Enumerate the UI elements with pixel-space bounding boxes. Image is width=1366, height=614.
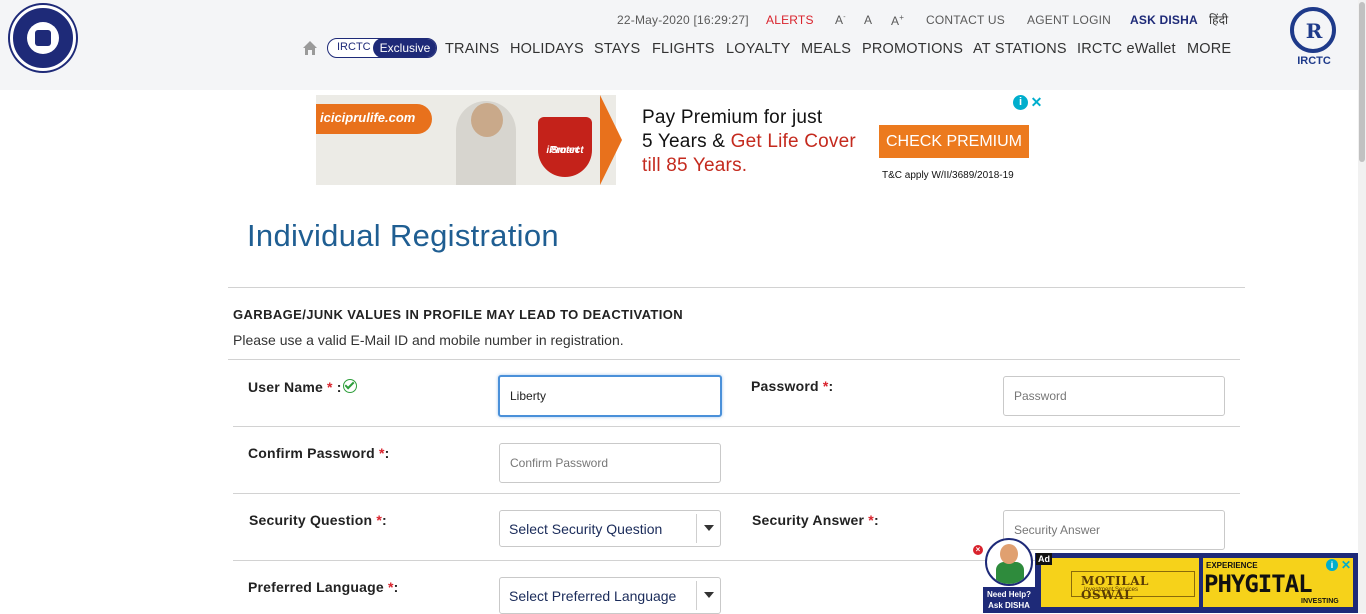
username-input[interactable]	[498, 375, 722, 417]
ask-disha-link[interactable]: ASK DISHA	[1130, 13, 1198, 27]
indian-railways-logo[interactable]	[10, 5, 76, 71]
security-answer-label: Security Answer *:	[752, 512, 879, 528]
ad-headline-line2: 5 Years & Get Life Cover	[642, 131, 856, 152]
disha-close-icon[interactable]: ×	[973, 545, 983, 555]
password-label: Password *:	[751, 378, 834, 394]
password-input[interactable]	[1003, 376, 1225, 416]
ad-terms-text: T&C apply W/II/3689/2018-19	[882, 170, 1014, 181]
row-divider	[233, 493, 1240, 494]
form-divider	[228, 359, 1240, 360]
confirm-password-label: Confirm Password *:	[248, 445, 390, 461]
server-datetime: 22-May-2020 [16:29:27]	[617, 13, 749, 27]
scrollbar-thumb[interactable]	[1359, 2, 1365, 162]
security-question-label: Security Question *:	[249, 512, 387, 528]
chevron-down-icon	[704, 592, 714, 598]
nav-trains[interactable]: TRAINS	[445, 41, 499, 57]
home-icon[interactable]	[302, 40, 318, 56]
page-scrollbar[interactable]	[1358, 0, 1366, 613]
ad-headline-line1: Pay Premium for just	[642, 107, 823, 128]
alerts-link[interactable]: ALERTS	[766, 13, 814, 27]
ask-disha-chatbot[interactable]: Need Help? Ask DISHA	[983, 538, 1035, 613]
nav-irctc-ewallet[interactable]: IRCTC eWallet	[1077, 41, 1176, 57]
font-normal-button[interactable]: A	[864, 13, 872, 27]
motilal-oswal-ad[interactable]: MOTILAL OSWAL Investment Services Ad EXPE…	[1035, 553, 1358, 613]
warning-heading: GARBAGE/JUNK VALUES IN PROFILE MAY LEAD …	[233, 307, 684, 322]
ad-image: iciciprulife.com iProtect Smart	[316, 95, 616, 185]
ad-close-icon[interactable]: ✕	[1029, 95, 1044, 110]
nav-at-stations[interactable]: AT STATIONS	[973, 41, 1067, 57]
check-premium-button[interactable]: CHECK PREMIUM	[879, 125, 1029, 158]
check-circle-icon	[342, 379, 357, 393]
ad-headline-line3: till 85 Years.	[642, 155, 748, 176]
nav-stays[interactable]: STAYS	[594, 41, 640, 57]
nav-promotions[interactable]: PROMOTIONS	[862, 41, 963, 57]
hindi-language-link[interactable]: हिंदी	[1209, 11, 1228, 28]
ad-info-icon[interactable]: i	[1326, 559, 1338, 571]
icici-pru-banner-ad[interactable]: iciciprulife.com iProtect Smart Pay Premi…	[316, 95, 1029, 185]
nav-more[interactable]: MORE	[1187, 41, 1231, 57]
ad-close-icon[interactable]: ✕	[1341, 558, 1351, 572]
title-divider	[228, 287, 1245, 288]
warning-text: Please use a valid E-Mail ID and mobile …	[233, 332, 624, 348]
disha-avatar	[985, 538, 1033, 586]
confirm-password-input[interactable]	[499, 443, 721, 483]
nav-holidays[interactable]: HOLIDAYS	[510, 41, 584, 57]
irctc-exclusive-button[interactable]: IRCTC Exclusive	[327, 38, 437, 58]
contact-us-link[interactable]: CONTACT US	[926, 13, 1005, 27]
ad-info-icon[interactable]: i	[1013, 95, 1028, 110]
irctc-logo[interactable]: R IRCTC	[1285, 5, 1343, 67]
ad-tag: Ad	[1036, 553, 1052, 565]
nav-loyalty[interactable]: LOYALTY	[726, 41, 791, 57]
font-increase-button[interactable]: A+	[891, 13, 904, 28]
username-label: User Name * :	[248, 378, 357, 395]
row-divider	[233, 426, 1240, 427]
chevron-down-icon	[704, 525, 714, 531]
agent-login-link[interactable]: AGENT LOGIN	[1027, 13, 1111, 27]
security-answer-input[interactable]	[1003, 510, 1225, 550]
preferred-language-label: Preferred Language *:	[248, 579, 399, 595]
nav-meals[interactable]: MEALS	[801, 41, 851, 57]
site-header: 22-May-2020 [16:29:27] ALERTS A- A A+ CO…	[0, 0, 1358, 90]
security-question-select[interactable]: Select Security Question	[499, 510, 721, 547]
font-decrease-button[interactable]: A-	[835, 13, 846, 27]
nav-flights[interactable]: FLIGHTS	[652, 41, 715, 57]
page-title: Individual Registration	[247, 218, 559, 253]
preferred-language-select[interactable]: Select Preferred Language	[499, 577, 721, 614]
